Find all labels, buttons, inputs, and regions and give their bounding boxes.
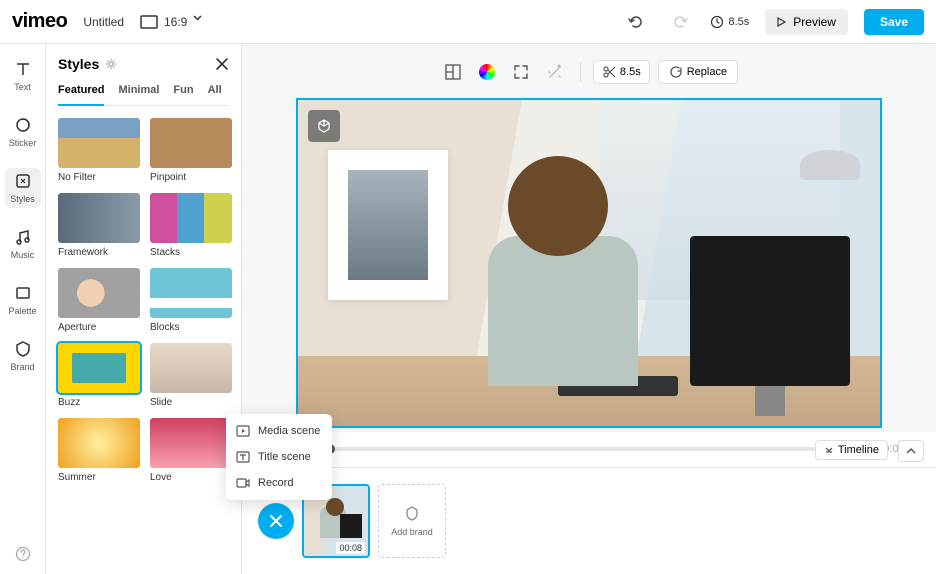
menu-title-scene[interactable]: Title scene — [226, 444, 332, 470]
tab-fun[interactable]: Fun — [173, 84, 193, 105]
menu-media-scene[interactable]: Media scene — [226, 418, 332, 444]
video-canvas[interactable] — [296, 98, 882, 428]
style-framework[interactable]: Framework — [58, 193, 140, 258]
title-icon — [236, 450, 250, 464]
record-icon — [236, 476, 250, 490]
style-pinpoint[interactable]: Pinpoint — [150, 118, 232, 183]
style-love[interactable]: Love — [150, 418, 232, 483]
style-blocks[interactable]: Blocks — [150, 268, 232, 333]
chevron-down-icon — [193, 15, 211, 29]
tab-all[interactable]: All — [208, 84, 222, 105]
duration-indicator: 8.5s — [710, 15, 749, 29]
undo-button[interactable] — [622, 8, 650, 36]
layout-icon — [445, 64, 461, 80]
style-aperture[interactable]: Aperture — [58, 268, 140, 333]
color-wheel-icon — [479, 64, 495, 80]
help-button[interactable] — [15, 546, 31, 562]
refresh-icon — [669, 65, 683, 79]
tool-rail: Text Sticker Styles Music Palette Brand — [0, 44, 46, 574]
aspect-ratio-value: 16:9 — [164, 15, 187, 29]
canvas-toolbar: 8.5s Replace — [242, 52, 936, 92]
undo-icon — [628, 14, 644, 30]
expand-icon — [513, 64, 529, 80]
canvas-area: 8.5s Replace — [242, 44, 936, 574]
add-brand-card[interactable]: Add brand — [378, 484, 446, 558]
aspect-icon — [140, 15, 158, 29]
menu-record[interactable]: Record — [226, 470, 332, 496]
magic-button[interactable] — [542, 59, 568, 85]
media-icon — [236, 424, 250, 438]
rail-text[interactable]: Text — [5, 56, 41, 96]
rail-styles[interactable]: Styles — [5, 168, 41, 208]
scene-duration: 00:08 — [336, 542, 365, 554]
fit-button[interactable] — [508, 59, 534, 85]
wand-icon — [547, 64, 563, 80]
style-slide[interactable]: Slide — [150, 343, 232, 408]
tab-minimal[interactable]: Minimal — [118, 84, 159, 105]
play-icon — [777, 17, 787, 27]
rail-palette[interactable]: Palette — [5, 280, 41, 320]
progress-bar[interactable] — [330, 447, 827, 451]
project-title[interactable]: Untitled — [83, 15, 124, 29]
media-type-badge — [308, 110, 340, 142]
aspect-ratio-select[interactable]: 16:9 — [140, 15, 211, 29]
close-icon — [269, 514, 283, 528]
style-stacks[interactable]: Stacks — [150, 193, 232, 258]
redo-button[interactable] — [666, 8, 694, 36]
timeline-toggle[interactable]: Timeline — [815, 440, 888, 460]
clock-icon — [710, 15, 724, 29]
collapse-icon — [824, 445, 834, 455]
brand-icon — [14, 340, 32, 358]
style-buzz[interactable]: Buzz — [58, 343, 140, 408]
style-no-filter[interactable]: No Filter — [58, 118, 140, 183]
color-button[interactable] — [474, 59, 500, 85]
styles-icon — [14, 172, 32, 190]
expand-timeline-button[interactable] — [898, 440, 924, 462]
styles-panel: Styles Featured Minimal Fun All No Filte… — [46, 44, 242, 574]
palette-icon — [14, 284, 32, 302]
text-icon — [14, 60, 32, 78]
rail-music[interactable]: Music — [5, 224, 41, 264]
scissors-icon — [602, 65, 616, 79]
preview-button[interactable]: Preview — [765, 9, 848, 35]
redo-icon — [672, 14, 688, 30]
brand-icon — [404, 505, 420, 521]
panel-title: Styles — [58, 56, 99, 72]
style-summer[interactable]: Summer — [58, 418, 140, 483]
replace-button[interactable]: Replace — [658, 60, 738, 84]
save-button[interactable]: Save — [864, 9, 924, 35]
close-icon — [215, 57, 229, 71]
help-icon — [15, 546, 31, 562]
cube-icon — [316, 118, 332, 134]
panel-tabs: Featured Minimal Fun All — [58, 84, 229, 106]
add-scene-menu: Media scene Title scene Record — [226, 414, 332, 500]
gear-icon[interactable] — [105, 58, 117, 70]
close-add-menu-button[interactable] — [258, 503, 294, 539]
trim-button[interactable]: 8.5s — [593, 60, 650, 84]
chevron-up-icon — [906, 447, 916, 455]
tab-featured[interactable]: Featured — [58, 84, 104, 106]
sticker-icon — [14, 116, 32, 134]
layout-button[interactable] — [440, 59, 466, 85]
vimeo-logo: vimeo — [12, 10, 67, 33]
rail-brand[interactable]: Brand — [5, 336, 41, 376]
timeline-strip: Timeline 00:08 Add brand — [242, 467, 936, 574]
music-icon — [14, 228, 32, 246]
close-panel-button[interactable] — [215, 57, 229, 71]
rail-sticker[interactable]: Sticker — [5, 112, 41, 152]
